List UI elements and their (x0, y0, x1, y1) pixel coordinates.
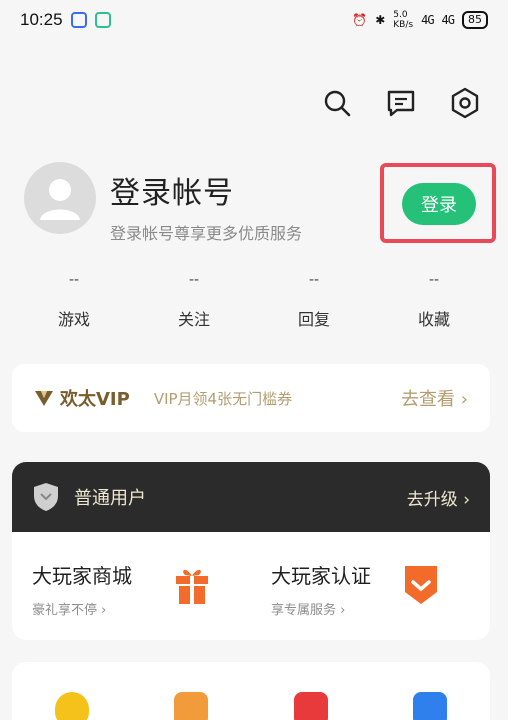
stat-value: -- (428, 272, 440, 288)
feature-title: 大玩家商城 (32, 564, 132, 588)
stat-label: 收藏 (417, 310, 450, 329)
top-toolbar (320, 86, 482, 120)
bluetooth-icon: ✱ (375, 13, 386, 27)
stat-games[interactable]: -- 游戏 (34, 272, 114, 330)
membership-title: 普通用户 (74, 488, 146, 509)
profile-subtitle: 登录帐号尊享更多优质服务 (110, 224, 303, 243)
badge-icon (405, 566, 437, 604)
battery-icon: 85 (462, 11, 488, 29)
search-icon[interactable] (320, 86, 354, 120)
stat-label: 回复 (297, 310, 330, 329)
stat-value: -- (68, 272, 80, 288)
quick-actions-row (12, 662, 490, 720)
message-icon[interactable] (384, 86, 418, 120)
chevron-right-icon: › (463, 489, 470, 510)
signal-icon: 4G (441, 13, 455, 27)
upgrade-link[interactable]: 去升级 › (407, 485, 470, 510)
signal-icon: 4G (421, 13, 434, 27)
gift-icon (176, 569, 208, 604)
stat-value: -- (188, 272, 200, 288)
vip-name: 欢太VIP (60, 389, 130, 410)
smile-icon[interactable] (54, 692, 89, 720)
card-icon[interactable] (413, 692, 448, 720)
feature-subtitle: 享专属服务 › (271, 603, 346, 618)
feature-player-certification[interactable]: 大玩家认证 享专属服务 › (251, 532, 490, 640)
stat-label: 游戏 (57, 310, 90, 329)
status-indicators: ⏰ ✱ 5.0 KB/s 4G 4G 85 (352, 10, 488, 30)
user-icon (40, 179, 80, 220)
stats-row: -- 游戏 -- 关注 -- 回复 -- 收藏 (0, 272, 508, 330)
avatar[interactable] (24, 162, 96, 234)
shield-icon (34, 483, 58, 511)
settings-icon[interactable] (448, 86, 482, 120)
stat-value: -- (308, 272, 320, 288)
ticket-icon[interactable] (174, 692, 209, 720)
feature-title: 大玩家认证 (271, 564, 371, 588)
red-envelope-icon[interactable] (293, 692, 328, 720)
membership-card[interactable]: 普通用户 去升级 › (12, 462, 490, 532)
chevron-right-icon: › (460, 389, 468, 410)
stat-follows[interactable]: -- 关注 (154, 272, 234, 330)
stat-replies[interactable]: -- 回复 (274, 272, 354, 330)
stat-label: 关注 (177, 310, 210, 329)
stat-favorites[interactable]: -- 收藏 (394, 272, 474, 330)
status-time: 10:25 (20, 10, 63, 29)
login-button[interactable]: 登录 (402, 183, 476, 225)
feature-subtitle: 豪礼享不停 › (32, 603, 107, 618)
profile-name[interactable]: 登录帐号 (110, 168, 234, 212)
status-bar: 10:25 ⏰ ✱ 5.0 KB/s 4G 4G 85 (0, 0, 508, 40)
app-notification-icon (70, 12, 87, 28)
feature-card: 大玩家商城 豪礼享不停 › 大玩家认证 享专属服务 › (12, 532, 490, 640)
net-speed: 5.0 KB/s (393, 10, 414, 30)
vip-card[interactable]: 欢太VIP VIP月领4张无门槛券 去查看 › (12, 364, 490, 432)
vip-description: VIP月领4张无门槛券 (153, 389, 293, 408)
alarm-icon: ⏰ (352, 13, 368, 27)
vip-badge-icon (35, 391, 53, 406)
vip-view-link[interactable]: 去查看 › (401, 385, 468, 411)
app-notification-icon (94, 12, 111, 28)
feature-player-mall[interactable]: 大玩家商城 豪礼享不停 › (12, 532, 251, 640)
